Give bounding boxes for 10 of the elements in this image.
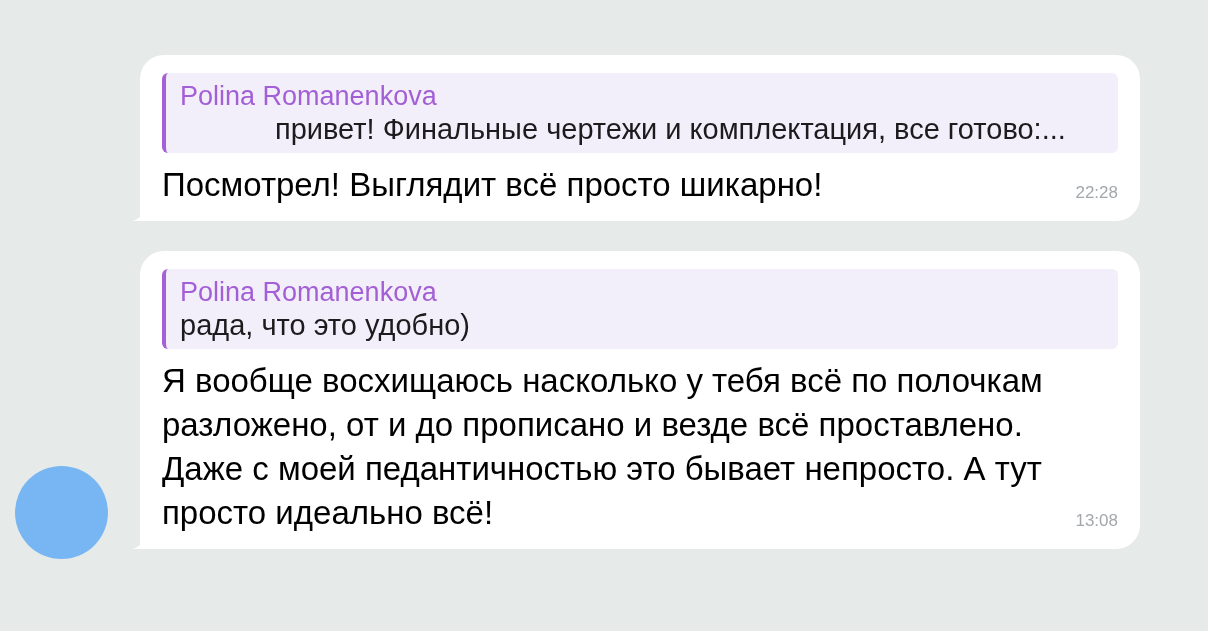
reply-quote[interactable]: Polina Romanenkova привет! Финальные чертежи и комплектация, все готово:... (162, 73, 1118, 153)
reply-author: Polina Romanenkova (180, 277, 438, 307)
reply-quote[interactable]: Polina Romanenkova рада, что это удобно) (162, 269, 1118, 349)
message-text: Посмотрел! Выглядит всё просто шикарно! (162, 165, 824, 205)
reply-text: привет! Финальные чертежи и комплектация, все готово:... (274, 112, 1067, 147)
reply-text: рада, что это удобно) (180, 308, 471, 343)
reply-author: Polina Romanenkova (180, 81, 438, 111)
message-time: 22:28 (1075, 183, 1118, 203)
message-time: 13:08 (1075, 511, 1118, 531)
message-text: Я вообще восхищаюсь насколько у тебя всё по полочкам разложено, от и до прописано и везде всё проставлено. Даже с моей педантичностью это бывает непросто. А тут просто идеально всё! (162, 361, 1044, 533)
